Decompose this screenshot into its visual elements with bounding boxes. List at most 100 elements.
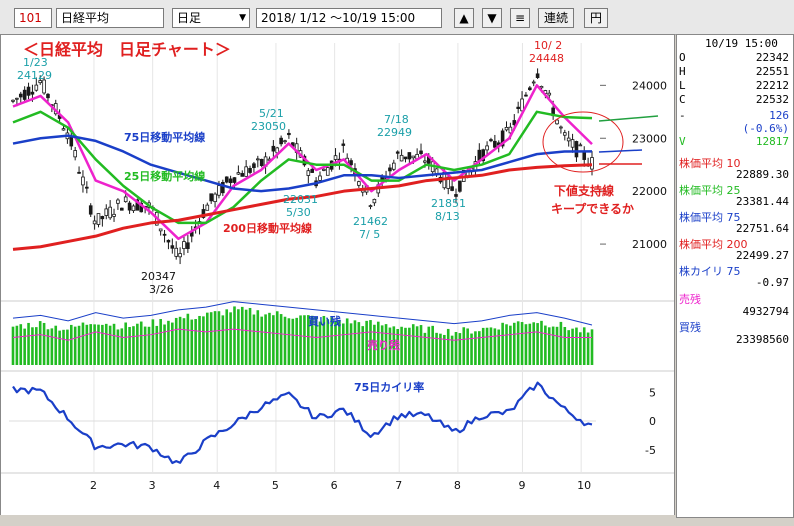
volume-bar	[27, 322, 30, 365]
volume-bar	[167, 320, 170, 365]
volume-bar	[136, 323, 139, 365]
volume-bar	[73, 326, 77, 365]
volume-bar	[240, 306, 244, 365]
volume-bar	[295, 317, 298, 365]
volume-bar	[15, 325, 19, 365]
volume-bar	[582, 327, 586, 365]
candle-body	[411, 155, 416, 159]
candle-body	[182, 241, 186, 249]
candle-body	[504, 126, 509, 131]
candle-body	[582, 151, 587, 160]
volume-bar	[252, 314, 256, 365]
volume-bar	[217, 311, 221, 365]
volume-bar	[221, 315, 225, 365]
volume-bar	[244, 309, 248, 365]
volume-bar	[194, 319, 197, 365]
quote-panel: 10/19 15:00 O 22342 H 22551 L 22212 C 22532 - 1…	[676, 34, 794, 518]
candle-body	[252, 163, 256, 169]
candle-body	[256, 158, 260, 161]
volume-bar	[147, 326, 151, 365]
candle-body	[85, 186, 89, 189]
volume-bar	[520, 322, 524, 365]
continuous-button[interactable]: 連続	[538, 8, 574, 28]
sell-margin-value: 4932794	[742, 305, 789, 318]
volume-bar	[532, 322, 536, 365]
menu-button[interactable]: ≡	[510, 8, 530, 28]
candle-body	[22, 89, 27, 100]
hi-jul-date: 7/18	[384, 113, 409, 126]
stock-code-field[interactable]: 101	[14, 8, 52, 28]
down-arrow-button[interactable]: ▼	[482, 8, 502, 28]
volume-bar	[524, 324, 528, 365]
candle-body	[100, 216, 105, 220]
candle-body	[399, 154, 404, 162]
candle-body	[18, 93, 23, 98]
volume-bar	[478, 331, 481, 365]
candle-body	[279, 137, 283, 145]
chevron-down-icon: ▼	[239, 13, 246, 23]
volume-bar	[159, 319, 162, 365]
candle-body	[224, 176, 229, 183]
candle-body	[306, 170, 311, 176]
candle-body	[325, 167, 330, 176]
candle-body	[489, 139, 493, 142]
candle-body	[205, 204, 210, 211]
candle-body	[240, 173, 245, 177]
volume-bar	[509, 325, 512, 365]
volume-bar	[31, 327, 34, 365]
period-select[interactable]: 日足 ▼	[172, 8, 250, 28]
candle-body	[30, 91, 35, 95]
volume-bar	[104, 323, 108, 365]
up-arrow-button[interactable]: ▲	[454, 8, 474, 28]
ohlc-label: L	[679, 79, 686, 92]
volume-bar	[345, 318, 349, 365]
volume-bar	[233, 306, 236, 365]
candle-body	[96, 213, 101, 225]
horizontal-scrollbar[interactable]	[0, 515, 675, 526]
candle-body	[271, 145, 276, 152]
candle-body	[531, 81, 536, 84]
volume-bar	[318, 321, 322, 365]
indicator-label: 株カイリ 75	[679, 265, 741, 278]
volume-bar	[408, 327, 411, 365]
grid	[1, 43, 674, 474]
volume-bar	[275, 311, 279, 365]
x-tick-label: 7	[395, 479, 402, 492]
ohlc-value: 22532	[755, 93, 789, 106]
candle-body	[333, 155, 338, 160]
indicator-value: 22499.27	[736, 249, 789, 262]
volume-bar	[544, 325, 547, 365]
volume-label: V	[679, 135, 686, 148]
candle-body	[388, 167, 392, 172]
candle-body	[493, 140, 497, 148]
x-tick-label: 3	[149, 479, 156, 492]
volume-bar	[349, 323, 353, 365]
volume-bar	[81, 322, 85, 365]
candle-body	[287, 132, 291, 136]
lo-jul-val: 21462	[353, 215, 388, 228]
candle-body	[458, 180, 462, 192]
candle-body	[357, 181, 361, 186]
volume-bar	[446, 328, 450, 365]
volume-bar	[299, 315, 302, 365]
volume-bar	[516, 321, 520, 365]
yen-button[interactable]: 円	[584, 8, 608, 28]
candle-body	[578, 144, 583, 147]
volume-bar	[143, 326, 147, 365]
change-label: -	[679, 109, 686, 122]
candle-body	[236, 172, 241, 175]
indicator-label: 株価平均 25	[679, 184, 741, 197]
lo-aug-date: 8/13	[435, 210, 460, 223]
volume-bar	[50, 328, 54, 365]
candle-body	[407, 152, 412, 160]
volume-bar	[489, 327, 493, 365]
y-tick-label: 21000	[632, 238, 667, 251]
candle-body	[213, 193, 217, 203]
candle-body	[123, 196, 128, 203]
stock-name-field[interactable]: 日経平均	[56, 8, 164, 28]
candle-body	[46, 93, 50, 99]
candle-body	[26, 86, 31, 96]
candle-body	[570, 139, 575, 148]
volume-bar	[462, 327, 466, 365]
change-pct: (-0.6%)	[742, 122, 789, 135]
